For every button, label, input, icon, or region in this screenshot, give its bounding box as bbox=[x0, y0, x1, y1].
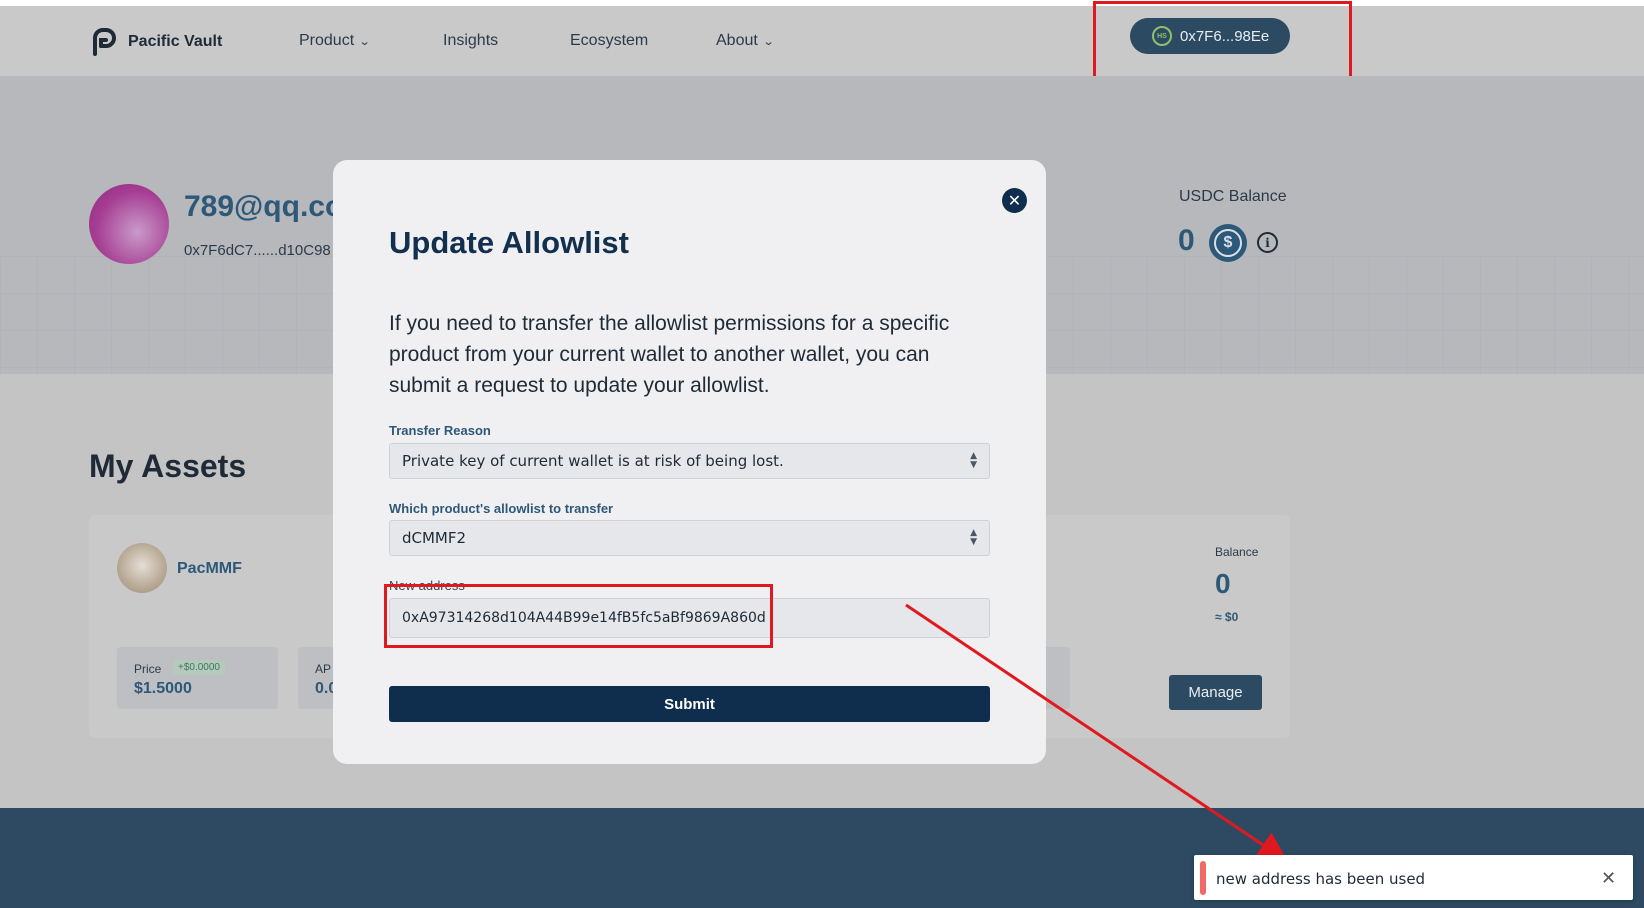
chevron-down-icon: ⌄ bbox=[762, 35, 775, 48]
apy-box bbox=[298, 647, 338, 709]
chevron-down-icon: ⌄ bbox=[358, 35, 371, 48]
avatar bbox=[89, 184, 169, 264]
toast-message: new address has been used bbox=[1216, 870, 1426, 888]
price-box bbox=[117, 647, 278, 709]
submit-button[interactable]: Submit bbox=[389, 686, 990, 722]
asset-name[interactable]: PacMMF bbox=[177, 560, 242, 578]
brand-logo[interactable]: Pacific Vault bbox=[90, 28, 222, 56]
nav-item-product-label: Product bbox=[299, 32, 355, 49]
transfer-reason-select[interactable]: Private key of current wallet is at risk… bbox=[389, 443, 990, 479]
close-icon[interactable]: ✕ bbox=[1002, 188, 1027, 213]
product-value: dCMMF2 bbox=[402, 529, 467, 547]
nav-item-insights-label: Insights bbox=[443, 32, 499, 49]
transfer-reason-label: Transfer Reason bbox=[389, 423, 491, 438]
apy-label: AP bbox=[315, 662, 332, 676]
pacmmf-avatar bbox=[117, 543, 167, 593]
close-icon[interactable]: ✕ bbox=[1601, 868, 1616, 889]
usdc-balance-label: USDC Balance bbox=[1179, 188, 1287, 205]
toast-accent-bar bbox=[1200, 861, 1206, 895]
modal-title: Update Allowlist bbox=[389, 225, 629, 260]
select-updown-icon: ▲ ▼ bbox=[970, 528, 977, 547]
modal-description: If you need to transfer the allowlist pe… bbox=[389, 312, 950, 397]
usdc-coin-icon: $ bbox=[1209, 224, 1247, 262]
asset-balance-usd: ≈ $0 bbox=[1215, 610, 1239, 624]
info-icon[interactable]: i bbox=[1257, 232, 1278, 253]
nav-item-ecosystem[interactable]: Ecosystem bbox=[570, 32, 648, 50]
annotation-highlight-wallet bbox=[1093, 1, 1352, 84]
my-assets-title: My Assets bbox=[89, 448, 247, 484]
price-delta-badge: +$0.0000 bbox=[173, 660, 225, 675]
usdc-balance-value: 0 bbox=[1178, 224, 1195, 257]
price-value: $1.5000 bbox=[134, 680, 192, 697]
nav-item-about-label: About bbox=[716, 32, 758, 49]
product-select[interactable]: dCMMF2 ▲ ▼ bbox=[389, 520, 990, 556]
nav-item-product[interactable]: Product ⌄ bbox=[299, 32, 371, 50]
product-label: Which product's allowlist to transfer bbox=[389, 501, 614, 516]
stat-box-partial bbox=[1045, 647, 1070, 709]
annotation-highlight-address bbox=[384, 584, 773, 648]
asset-balance-label: Balance bbox=[1215, 545, 1259, 559]
price-label: Price bbox=[134, 662, 162, 676]
nav-item-ecosystem-label: Ecosystem bbox=[570, 32, 649, 49]
profile-email: 789@qq.co bbox=[184, 190, 344, 223]
usdc-coin-symbol: $ bbox=[1214, 229, 1242, 257]
manage-button[interactable]: Manage bbox=[1169, 675, 1262, 710]
pacific-vault-logo-icon bbox=[93, 28, 116, 56]
nav-item-about[interactable]: About ⌄ bbox=[716, 32, 775, 50]
transfer-reason-value: Private key of current wallet is at risk… bbox=[402, 452, 784, 470]
select-updown-icon: ▲ ▼ bbox=[970, 451, 977, 470]
asset-balance-value: 0 bbox=[1215, 568, 1231, 599]
profile-address: 0x7F6dC7......d10C98 bbox=[184, 242, 331, 259]
nav-item-insights[interactable]: Insights bbox=[443, 32, 498, 50]
brand-name: Pacific Vault bbox=[128, 33, 223, 50]
top-navbar: Pacific Vault Product ⌄ Insights Ecosyst… bbox=[0, 6, 1644, 76]
